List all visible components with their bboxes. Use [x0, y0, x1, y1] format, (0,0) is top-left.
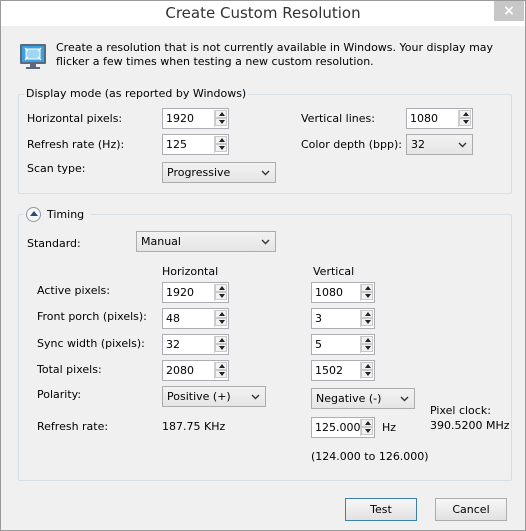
total-pixels-label: Total pixels:	[37, 363, 102, 376]
spin-up-icon[interactable]	[215, 362, 227, 370]
spinner-value: 48	[166, 312, 180, 325]
spin-up-icon[interactable]	[215, 336, 227, 344]
color-depth-dropdown[interactable]: 32	[406, 134, 473, 155]
sync-width-horizontal-spinner[interactable]: 32	[162, 334, 229, 355]
chevron-down-icon	[251, 394, 260, 400]
scan-type-value: Progressive	[167, 166, 231, 179]
horizontal-pixels-label: Horizontal pixels:	[27, 112, 123, 125]
spin-up-icon[interactable]	[215, 284, 227, 292]
close-button[interactable]: ×	[494, 1, 524, 21]
standard-value: Manual	[141, 235, 181, 248]
collapse-up-icon[interactable]	[26, 207, 41, 222]
spinner-value: 1502	[315, 364, 343, 377]
refresh-rate-label: Refresh rate (Hz):	[27, 138, 125, 151]
color-depth-label: Color depth (bpp):	[301, 138, 402, 151]
vertical-refresh-rate-spinner[interactable]: 125.000	[311, 417, 375, 438]
refresh-rate-timing-label: Refresh rate:	[37, 420, 109, 433]
sync-width-label: Sync width (pixels):	[37, 337, 145, 350]
standard-label: Standard:	[27, 237, 81, 250]
horizontal-pixels-spinner[interactable]: 1920	[162, 108, 229, 129]
pixel-clock-value: 390.5200 MHz	[430, 419, 510, 432]
chevron-down-icon	[261, 239, 270, 245]
spinner-value: 1920	[166, 286, 194, 299]
timing-group-label: Timing	[47, 208, 85, 221]
spinner-value: 3	[315, 312, 322, 325]
polarity-label: Polarity:	[37, 388, 82, 401]
standard-dropdown[interactable]: Manual	[136, 231, 276, 252]
spin-down-icon[interactable]	[215, 292, 227, 300]
test-button[interactable]: Test	[345, 498, 417, 521]
vertical-column-header: Vertical	[313, 265, 355, 278]
intro-text: Create a resolution that is not currentl…	[56, 41, 494, 68]
polarity-vertical-dropdown[interactable]: Negative (-)	[311, 388, 415, 409]
pixel-clock-label: Pixel clock:	[430, 404, 491, 417]
title-bar: Create Custom Resolution ×	[1, 1, 525, 26]
spin-up-icon[interactable]	[361, 362, 373, 370]
vertical-lines-label: Vertical lines:	[301, 112, 375, 125]
horizontal-refresh-rate-value: 187.75 KHz	[162, 420, 226, 433]
refresh-rate-spinner[interactable]: 125	[162, 134, 229, 155]
spin-up-icon[interactable]	[361, 419, 373, 427]
spin-down-icon[interactable]	[215, 144, 227, 152]
spin-up-icon[interactable]	[215, 310, 227, 318]
polarity-horizontal-dropdown[interactable]: Positive (+)	[162, 386, 266, 407]
spin-down-icon[interactable]	[361, 292, 373, 300]
active-pixels-vertical-spinner[interactable]: 1080	[311, 282, 375, 303]
spin-down-icon[interactable]	[215, 344, 227, 352]
spinner-value: 5	[315, 338, 322, 351]
horizontal-column-header: Horizontal	[162, 265, 219, 278]
monitor-icon	[20, 44, 46, 69]
scan-type-dropdown[interactable]: Progressive	[162, 162, 276, 183]
chevron-down-icon	[261, 170, 270, 176]
spin-down-icon[interactable]	[361, 344, 373, 352]
spin-down-icon[interactable]	[361, 427, 373, 435]
spinner-value: 1080	[315, 286, 343, 299]
refresh-rate-unit: Hz	[382, 421, 397, 434]
active-pixels-horizontal-spinner[interactable]: 1920	[162, 282, 229, 303]
refresh-rate-value: 125	[166, 138, 187, 151]
create-custom-resolution-dialog: Create Custom Resolution × Create a reso…	[0, 0, 526, 531]
spinner-value: 125.000	[315, 421, 361, 434]
front-porch-label: Front porch (pixels):	[37, 310, 147, 323]
spin-up-icon[interactable]	[215, 110, 227, 118]
front-porch-vertical-spinner[interactable]: 3	[311, 308, 375, 329]
spin-up-icon[interactable]	[361, 310, 373, 318]
spin-down-icon[interactable]	[361, 370, 373, 378]
spinner-value: 2080	[166, 364, 194, 377]
spin-down-icon[interactable]	[215, 118, 227, 126]
display-mode-group-label: Display mode (as reported by Windows)	[24, 87, 249, 100]
spin-down-icon[interactable]	[459, 118, 471, 126]
sync-width-vertical-spinner[interactable]: 5	[311, 334, 375, 355]
refresh-rate-range: (124.000 to 126.000)	[311, 450, 429, 463]
total-pixels-vertical-spinner[interactable]: 1502	[311, 360, 375, 381]
active-pixels-label: Active pixels:	[37, 284, 110, 297]
front-porch-horizontal-spinner[interactable]: 48	[162, 308, 229, 329]
spin-up-icon[interactable]	[215, 136, 227, 144]
color-depth-value: 32	[411, 138, 425, 151]
spin-up-icon[interactable]	[361, 284, 373, 292]
spin-up-icon[interactable]	[459, 110, 471, 118]
polarity-horizontal-value: Positive (+)	[167, 390, 231, 403]
vertical-lines-spinner[interactable]: 1080	[406, 108, 473, 129]
chevron-down-icon	[458, 142, 467, 148]
window-title: Create Custom Resolution	[165, 4, 361, 22]
chevron-down-icon	[400, 396, 409, 402]
vertical-lines-value: 1080	[410, 112, 438, 125]
horizontal-pixels-value: 1920	[166, 112, 194, 125]
scan-type-label: Scan type:	[27, 162, 86, 175]
spin-up-icon[interactable]	[361, 336, 373, 344]
spin-down-icon[interactable]	[215, 318, 227, 326]
spinner-value: 32	[166, 338, 180, 351]
spin-down-icon[interactable]	[215, 370, 227, 378]
cancel-button[interactable]: Cancel	[435, 498, 507, 521]
polarity-vertical-value: Negative (-)	[316, 392, 382, 405]
spin-down-icon[interactable]	[361, 318, 373, 326]
total-pixels-horizontal-spinner[interactable]: 2080	[162, 360, 229, 381]
